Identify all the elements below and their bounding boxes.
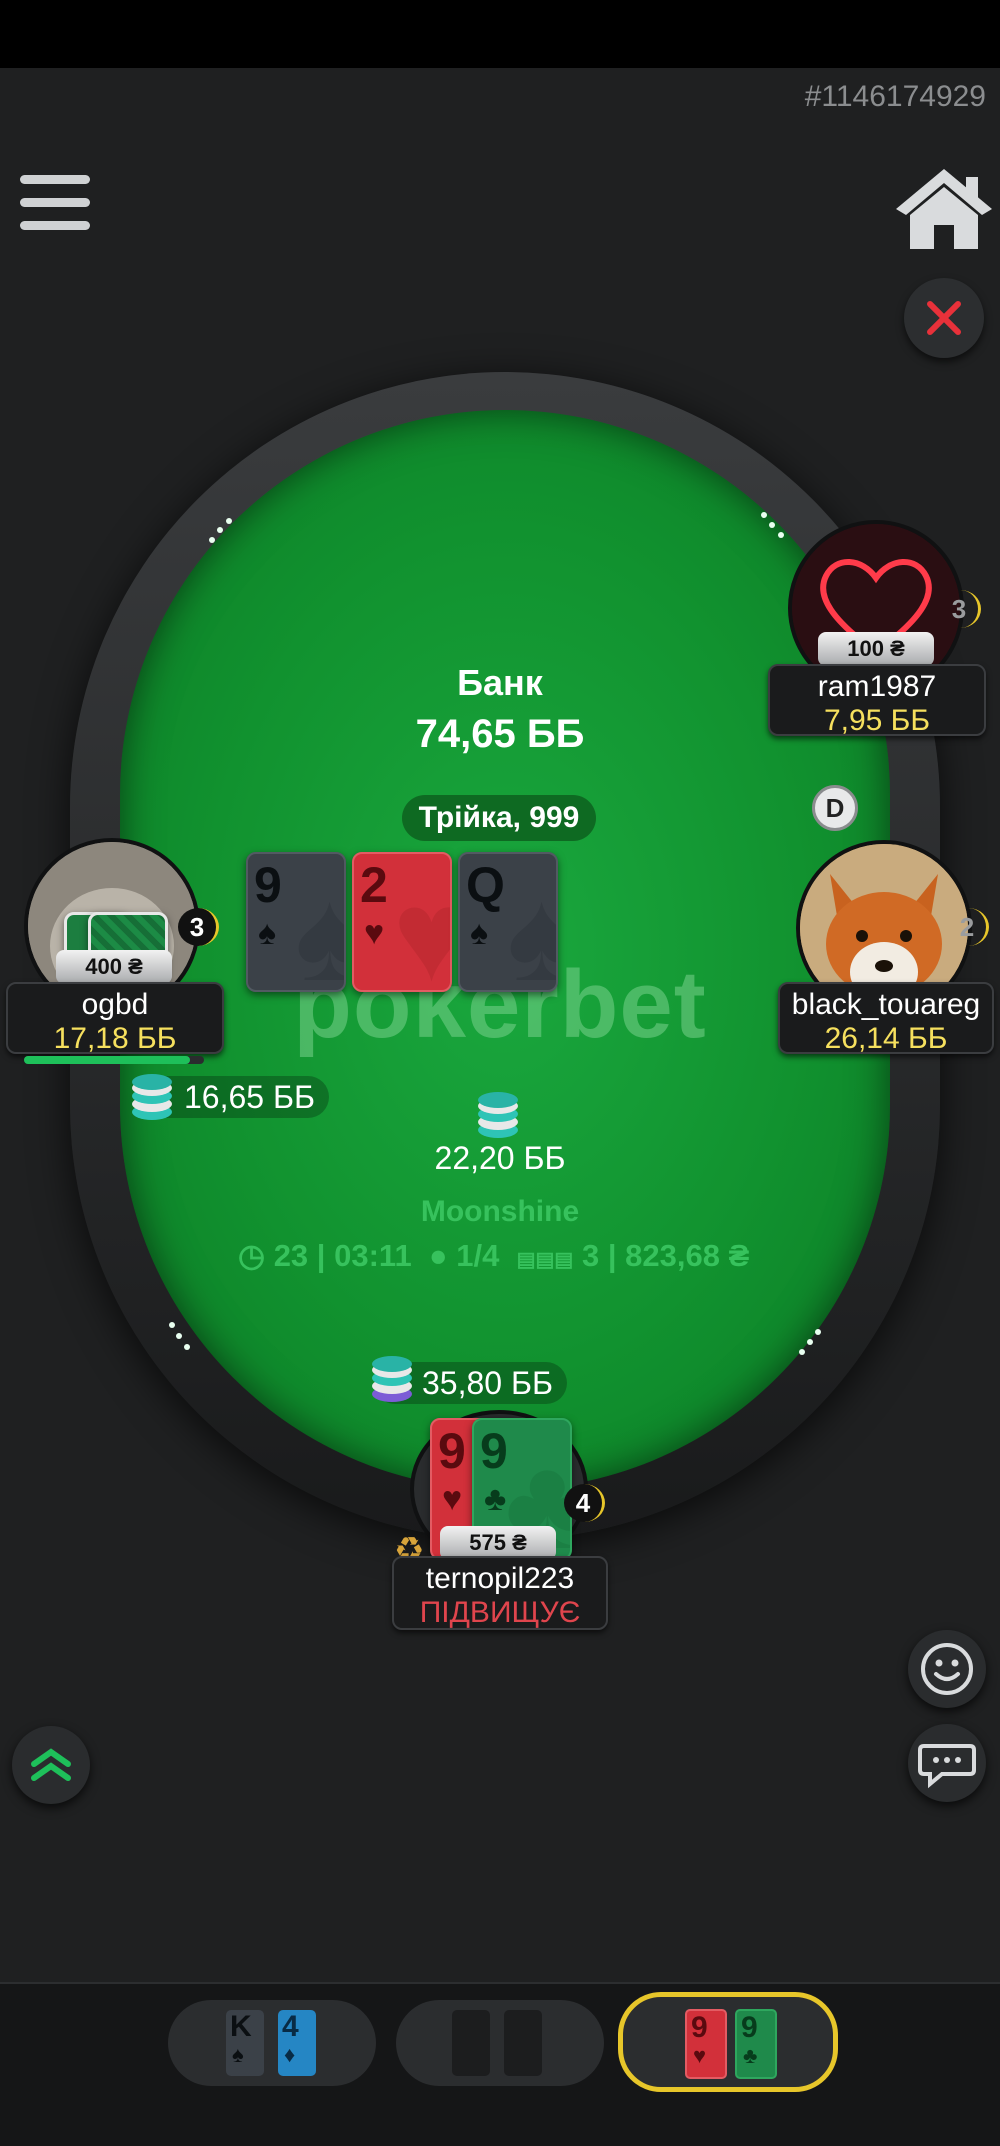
chips-icon — [372, 1356, 412, 1402]
card-suit: ♠ — [470, 914, 489, 952]
smiley-icon — [921, 1643, 973, 1695]
card-suit: ♣ — [484, 1480, 507, 1518]
card-rank: 9 — [691, 2011, 708, 2044]
chips-icon — [132, 1074, 172, 1120]
buyin-badge: 400 ₴ — [56, 950, 172, 984]
nameplate-hero: ternopil223 ПІДВИЩУЄ — [392, 1556, 608, 1630]
table-tab-2[interactable] — [396, 2000, 604, 2086]
person-icon: ● — [428, 1238, 448, 1273]
spade-icon: ♠ — [507, 860, 556, 990]
center-bet: 22,20 ББ — [434, 1140, 566, 1176]
card-rank: K — [230, 2010, 252, 2043]
nameplate-black-touareg: black_touareg 26,14 ББ — [778, 982, 994, 1055]
chat-button[interactable] — [908, 1724, 986, 1802]
player-count-badge: 3 — [178, 908, 219, 946]
card-suit: ♣ — [743, 2043, 758, 2068]
board-card: 9 ♠ ♠ — [246, 852, 346, 992]
mini-card: 9 ♥ — [685, 2009, 727, 2079]
player-count-badge: 4 — [564, 1484, 605, 1522]
card-suit: ♦ — [284, 2042, 296, 2067]
player-name: ogbd — [81, 988, 149, 1021]
card-rank: 9 — [741, 2011, 758, 2044]
heart-icon: ♥ — [393, 860, 450, 990]
buyin-badge: 575 ₴ — [440, 1526, 556, 1560]
divider: | — [316, 1238, 326, 1273]
card-rank: 2 — [360, 857, 388, 913]
players-remaining: 1/4 — [456, 1238, 500, 1273]
divider: | — [607, 1238, 617, 1273]
player-name: ternopil223 — [425, 1562, 575, 1595]
spade-icon: ♠ — [295, 860, 344, 990]
player-stack: 7,95 ББ — [823, 704, 931, 737]
elapsed-time: 03:11 — [334, 1238, 412, 1273]
podium-icon: ▤▤▤ — [516, 1249, 574, 1271]
chips-icon — [478, 1092, 518, 1138]
board-card: Q ♠ ♠ — [458, 852, 558, 992]
card-suit: ♠ — [232, 2042, 244, 2067]
card-suit: ♥ — [442, 1480, 463, 1518]
card-suit: ♥ — [693, 2043, 707, 2068]
dealer-button: D — [812, 785, 858, 831]
card-suit: ♥ — [364, 914, 385, 952]
table-tab-3[interactable]: 9 ♥ 9 ♣ — [618, 1992, 838, 2092]
player-name: black_touareg — [791, 988, 981, 1021]
emoji-button[interactable] — [908, 1630, 986, 1708]
board-card: 2 ♥ ♥ — [352, 852, 452, 992]
player-count-badge: 3 — [940, 590, 981, 628]
table-info: ◷ 23 | 03:11 ● 1/4 ▤▤▤ 3 | 823,68 ₴ — [238, 1238, 778, 1274]
empty-card-slot — [452, 2010, 490, 2076]
player-action: ПІДВИЩУЄ — [419, 1596, 581, 1629]
card-rank: 9 — [480, 1423, 508, 1479]
expand-actions-button[interactable] — [12, 1726, 90, 1804]
player-stack: 17,18 ББ — [53, 1022, 177, 1055]
clock-icon: ◷ — [238, 1238, 266, 1273]
table-tab-1[interactable]: K ♠ 4 ♦ — [168, 2000, 376, 2086]
double-chevron-up-icon — [31, 1748, 71, 1781]
nameplate-ram1987: ram1987 7,95 ББ — [768, 664, 986, 737]
player-stack: 26,14 ББ — [824, 1022, 948, 1055]
mini-card: K ♠ — [226, 2010, 264, 2076]
mini-card: 4 ♦ — [278, 2010, 316, 2076]
table-name: Moonshine — [420, 1195, 580, 1228]
hands-count: 23 — [273, 1238, 309, 1273]
pot-value: 74,65 ББ — [415, 712, 585, 756]
place: 3 — [581, 1238, 600, 1273]
prize-pool: 823,68 ₴ — [625, 1238, 750, 1273]
card-suit: ♠ — [258, 914, 277, 952]
timer-bar-fill — [24, 1056, 190, 1064]
card-rank: 9 — [438, 1423, 466, 1479]
card-rank: 4 — [282, 2010, 299, 2043]
hand-strength-badge: Трійка, 999 — [402, 795, 596, 841]
timer-bar — [24, 1056, 204, 1064]
empty-card-slot — [504, 2010, 542, 2076]
nameplate-ogbd: ogbd 17,18 ББ — [6, 982, 224, 1055]
card-rank: 9 — [254, 857, 282, 913]
chat-icon — [918, 1744, 976, 1789]
card-rank: Q — [466, 857, 505, 913]
mini-card: 9 ♣ — [735, 2009, 777, 2079]
player-count-badge: 2 — [948, 908, 989, 946]
pot-label: Банк — [457, 662, 543, 703]
buyin-badge: 100 ₴ — [818, 632, 934, 666]
player-name: ram1987 — [817, 670, 937, 703]
